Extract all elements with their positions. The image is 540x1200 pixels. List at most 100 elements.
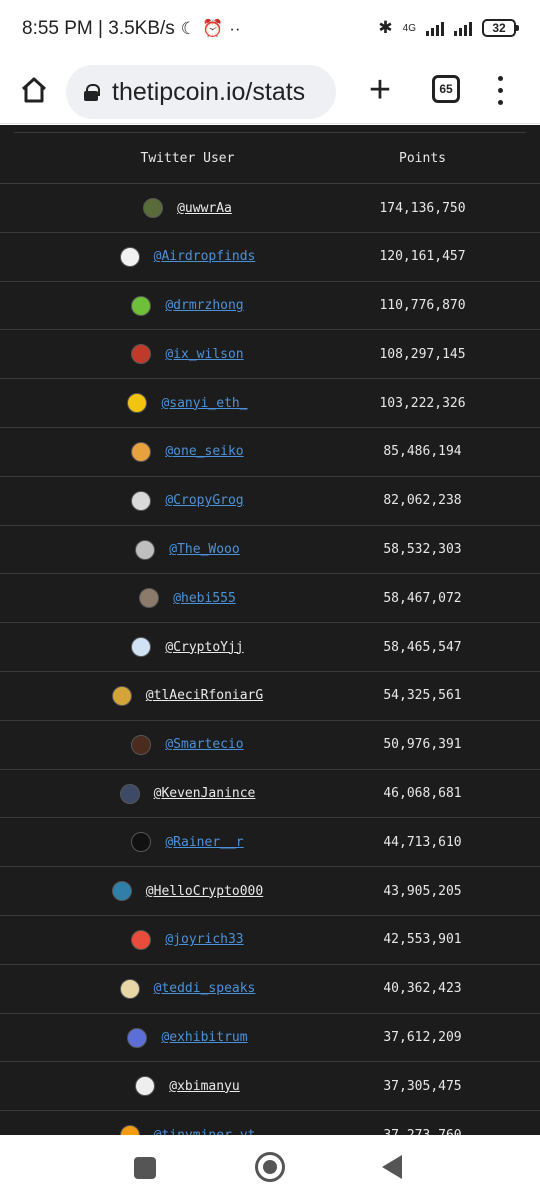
table-row: @sanyi_eth_ 103,222,326	[0, 379, 540, 428]
top-divider	[14, 125, 526, 133]
user-cell: @tlAeciRfoniarG	[0, 672, 375, 720]
twitter-handle-link[interactable]: @CropyGrog	[165, 493, 243, 508]
status-time-speed: 8:55 PM | 3.5KB/s	[22, 18, 175, 39]
user-cell: @Rainer__r	[0, 818, 375, 866]
user-cell: @Airdropfinds	[0, 233, 375, 281]
new-tab-button[interactable]: +	[360, 70, 400, 110]
status-right: ✱ 4G 32	[378, 18, 519, 38]
twitter-handle-link[interactable]: @xbimanyu	[169, 1079, 239, 1094]
header-twitter-user: Twitter User	[140, 151, 235, 166]
table-row: @exhibitrum 37,612,209	[0, 1014, 540, 1063]
points-value: 46,068,681	[383, 786, 462, 802]
user-cell: @teddi_speaks	[0, 965, 375, 1013]
table-row: @hebi555 58,467,072	[0, 574, 540, 624]
twitter-handle-link[interactable]: @exhibitrum	[161, 1030, 247, 1045]
twitter-handle-link[interactable]: @sanyi_eth_	[161, 396, 247, 411]
url-text: thetipcoin.io/stats	[112, 77, 306, 106]
more-notifications-icon: ··	[229, 19, 241, 38]
header-points: Points	[399, 151, 446, 166]
user-cell: @sanyi_eth_	[0, 379, 375, 427]
status-bar: 8:55 PM | 3.5KB/s ☾ ⏰ ·· ✱ 4G 32	[0, 0, 540, 60]
points-value: 37,612,209	[383, 1030, 462, 1046]
user-cell: @hebi555	[0, 574, 375, 622]
table-body: @uwwrAa 174,136,750 @Airdropfinds 120,161,4…	[0, 184, 540, 1135]
table-header: Twitter User Points	[0, 133, 540, 184]
points-value: 85,486,194	[383, 444, 462, 460]
twitter-handle-link[interactable]: @tlAeciRfoniarG	[146, 688, 263, 703]
avatar	[131, 832, 152, 853]
points-value: 120,161,457	[379, 249, 466, 265]
recents-button[interactable]	[134, 1157, 156, 1179]
twitter-handle-link[interactable]: @ix_wilson	[165, 347, 243, 362]
points-value: 42,553,901	[383, 932, 462, 948]
avatar	[119, 246, 140, 267]
system-nav-bar	[0, 1135, 540, 1200]
avatar	[131, 295, 152, 316]
table-row: @HelloCrypto000 43,905,205	[0, 867, 540, 916]
user-cell: @uwwrAa	[0, 184, 375, 232]
user-cell: @exhibitrum	[0, 1014, 375, 1062]
points-value: 40,362,423	[383, 981, 462, 997]
table-row: @CryptoYjj 58,465,547	[0, 623, 540, 672]
twitter-handle-link[interactable]: @one_seiko	[165, 444, 243, 459]
battery-icon: 32	[482, 19, 519, 37]
lock-icon	[84, 84, 100, 101]
twitter-handle-link[interactable]: @HelloCrypto000	[146, 884, 263, 899]
table-row: @Rainer__r 44,713,610	[0, 818, 540, 868]
page-content: Twitter User Points @uwwrAa 174,136,750 @A…	[0, 125, 540, 1135]
twitter-handle-link[interactable]: @CryptoYjj	[165, 640, 243, 655]
more-menu-button[interactable]	[490, 72, 510, 108]
avatar	[139, 588, 160, 609]
points-value: 50,976,391	[383, 737, 462, 753]
avatar	[119, 1125, 140, 1135]
twitter-handle-link[interactable]: @Airdropfinds	[154, 249, 256, 264]
avatar	[143, 198, 164, 218]
user-cell: @one_seiko	[0, 428, 375, 476]
points-value: 58,532,303	[383, 542, 462, 558]
nav-home-button[interactable]	[255, 1152, 285, 1182]
avatar	[111, 881, 132, 902]
user-cell: @joyrich33	[0, 916, 375, 964]
user-cell: @xbimanyu	[0, 1062, 375, 1110]
twitter-handle-link[interactable]: @teddi_speaks	[154, 981, 256, 996]
table-row: @joyrich33 42,553,901	[0, 916, 540, 965]
avatar	[131, 929, 152, 950]
avatar	[127, 393, 148, 414]
points-value: 37,305,475	[383, 1078, 462, 1094]
twitter-handle-link[interactable]: @drmrzhong	[165, 298, 243, 313]
avatar	[131, 637, 152, 658]
signal-2-icon	[454, 20, 472, 36]
avatar	[131, 490, 152, 511]
avatar	[131, 441, 152, 462]
twitter-handle-link[interactable]: @The_Wooo	[169, 542, 239, 557]
twitter-handle-link[interactable]: @Rainer__r	[165, 835, 243, 850]
twitter-handle-link[interactable]: @joyrich33	[165, 932, 243, 947]
table-row: @Airdropfinds 120,161,457	[0, 233, 540, 282]
points-value: 82,062,238	[383, 493, 462, 509]
table-row: @The_Wooo 58,532,303	[0, 526, 540, 575]
address-bar[interactable]: thetipcoin.io/stats	[66, 65, 336, 119]
points-value: 58,467,072	[383, 590, 462, 606]
twitter-handle-link[interactable]: @Smartecio	[165, 737, 243, 752]
table-row: @Smartecio 50,976,391	[0, 721, 540, 770]
user-cell: @drmrzhong	[0, 282, 375, 330]
avatar	[127, 1027, 148, 1048]
twitter-handle-link[interactable]: @KevenJanince	[154, 786, 256, 801]
twitter-handle-link[interactable]: @tinyminer_yt	[154, 1128, 256, 1135]
network-type: 4G	[402, 22, 416, 34]
tab-switcher-button[interactable]: 65	[432, 75, 460, 103]
table-row: @one_seiko 85,486,194	[0, 428, 540, 477]
user-cell: @HelloCrypto000	[0, 867, 375, 915]
table-row: @tlAeciRfoniarG 54,325,561	[0, 672, 540, 721]
browser-toolbar: thetipcoin.io/stats + 65	[0, 60, 540, 124]
twitter-handle-link[interactable]: @hebi555	[173, 591, 236, 606]
table-row: @ix_wilson 108,297,145	[0, 330, 540, 380]
bluetooth-icon: ✱	[378, 18, 393, 37]
twitter-handle-link[interactable]: @uwwrAa	[177, 201, 232, 216]
points-value: 54,325,561	[383, 688, 462, 704]
avatar	[119, 978, 140, 999]
home-button[interactable]	[14, 70, 54, 110]
back-button[interactable]	[382, 1155, 402, 1179]
table-row: @CropyGrog 82,062,238	[0, 477, 540, 526]
table-row: @tinyminer_yt 37,273,760	[0, 1111, 540, 1135]
